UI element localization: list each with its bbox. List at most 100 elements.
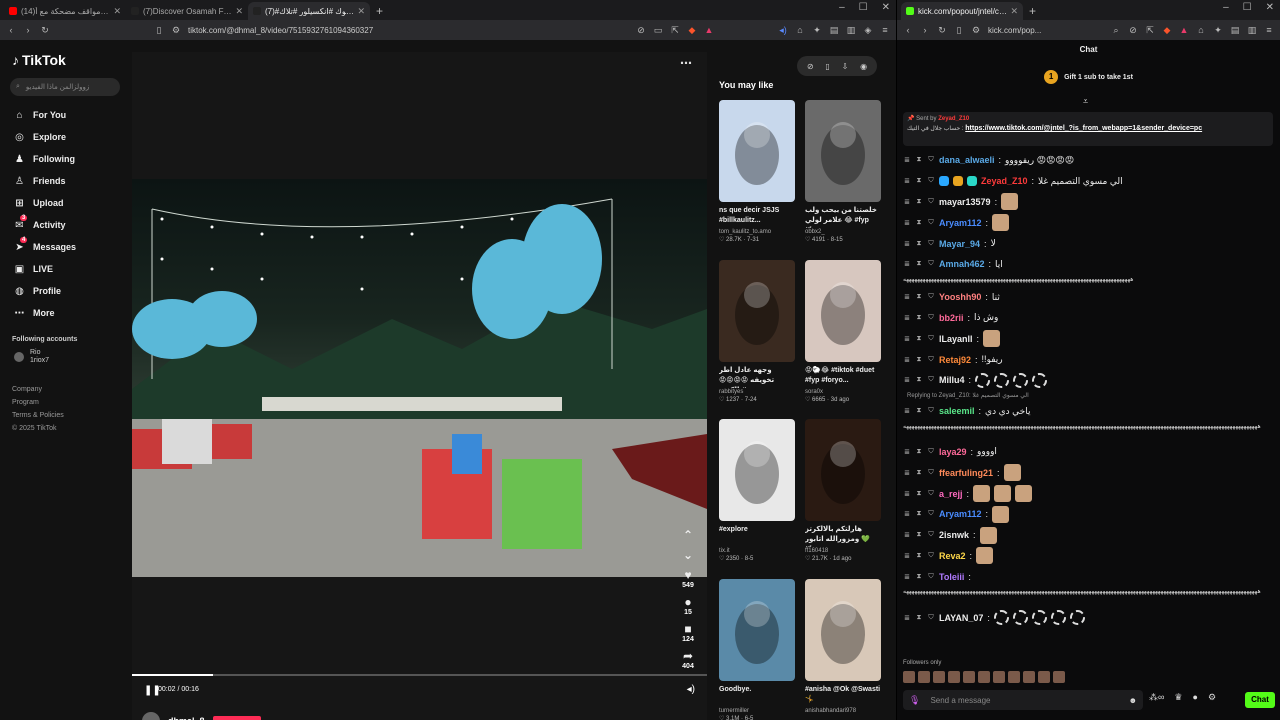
sidebar-item-messages[interactable]: ➤ 4 Messages [10,236,120,258]
avatar-icon[interactable]: ◉ [860,62,867,71]
chat-username[interactable]: Aryam112 [939,218,982,228]
video-player[interactable]: ⋯ ⌃ ⌄ ♥ 549 ● 15 ■ 124 ➦ 404 ❚❚ 00:02 / … [132,52,707,720]
video-card-author[interactable]: ff160418 [805,548,883,554]
sidebar-item-following[interactable]: ♟ Following [10,148,120,170]
emote[interactable] [1023,671,1035,683]
forward-icon[interactable]: › [23,25,33,35]
video-card[interactable]: #explore tix.it ♡ 2350 · 8-5 [719,419,797,562]
close-window-icon[interactable]: ✕ [1266,2,1274,13]
sidebar-item-more[interactable]: ⋯ More [10,302,120,324]
video-card[interactable]: 😡🐑😂 #tiktok #duet #fyp #foryo... sora0x ♡ … [805,260,883,403]
chat-username[interactable]: Amnah462 [939,259,985,269]
kick-share-icon[interactable]: ⇱ [1145,25,1155,35]
emote[interactable] [933,671,945,683]
video-frame[interactable] [132,179,707,577]
kick-bookmark-icon[interactable]: ▯ [954,25,964,35]
new-tab-icon[interactable]: + [1023,2,1042,20]
reload-icon[interactable]: ↻ [40,25,50,35]
account-item[interactable]: Rio 1riox7 [10,349,120,365]
kick-wallet-icon[interactable]: ▥ [1247,25,1257,35]
video-thumbnail[interactable] [719,419,795,521]
brave-shield-icon[interactable]: ◆ [687,25,697,35]
video-card-author[interactable]: anishabhandari978 [805,708,883,714]
share-arrow-icon[interactable]: ➦ [681,649,695,663]
extension-icon[interactable]: ⊘ [636,25,646,35]
chevron-up-icon[interactable]: ⌃ [681,528,695,542]
browser-tab[interactable]: kick.com/popout/jntel/chat ✕ [901,2,1023,20]
video-card[interactable]: ns que decir JSJS #billkaulitz... tom_kau… [719,100,797,243]
minimize-icon[interactable]: – [839,2,845,13]
chat-username[interactable]: bb2rii [939,313,964,323]
device-icon[interactable]: ▯ [825,62,829,71]
video-thumbnail[interactable] [719,100,795,202]
volume-icon[interactable]: ◂) [687,684,695,695]
footer-link[interactable]: Company [12,383,120,396]
video-card-author[interactable]: tix.it [719,548,797,554]
site-info-icon[interactable]: ⚙ [171,25,181,35]
video-card[interactable]: خلصتنا من بيحب ولب علامر لولي 😂 #fyp #fo… [805,100,883,243]
close-window-icon[interactable]: ✕ [882,2,890,13]
chat-username[interactable]: ffearfuling21 [939,468,993,478]
search-input[interactable]: ⌕ زوولزالمن ماذا الفيديو [10,78,120,96]
cast-icon[interactable]: ▭ [653,25,663,35]
sidebar-item-explore[interactable]: ◎ Explore [10,126,120,148]
sidebar-item-live[interactable]: ▣ LIVE [10,258,120,280]
emote[interactable] [993,671,1005,683]
kick-zoom-icon[interactable]: ⌕ [1111,25,1121,35]
video-card[interactable]: #anisha @Ok @Swasti 🤸 anishabhandari978 [805,579,883,714]
bookmark-icon[interactable]: ▯ [154,25,164,35]
kick-reload-icon[interactable]: ↻ [937,25,947,35]
download-icon[interactable]: ⇩ [842,62,849,71]
emote[interactable] [1053,671,1065,683]
sidebar-item-friends[interactable]: ♙ Friends [10,170,120,192]
minimize-icon[interactable]: – [1223,2,1229,13]
mic-icon[interactable]: 🎙 [909,695,920,706]
more-options-icon[interactable]: ⋯ [680,56,692,70]
like-icon[interactable]: ♥ [681,568,695,582]
pinned-sender[interactable]: Zeyad_Z10 [938,116,969,122]
extensions-icon[interactable]: ✦ [812,25,822,35]
sidebar-icon[interactable]: ▤ [829,25,839,35]
video-card-author[interactable]: rabbityes [719,389,797,395]
kick-back-icon[interactable]: ‹ [903,25,913,35]
kick-translate-icon[interactable]: ⌂ [1196,25,1206,35]
emote[interactable] [903,671,915,683]
chat-username[interactable]: Reva2 [939,551,966,561]
sidebar-item-activity[interactable]: ✉ 3 Activity [10,214,120,236]
video-card-author[interactable]: sora0x [805,389,883,395]
url-text[interactable]: tiktok.com/@dhmal_8/video/75159327610943… [188,26,629,35]
footer-link[interactable]: Program [12,396,120,409]
chat-username[interactable]: a_rejj [939,489,963,499]
browser-tab[interactable]: (14)اليش أنا حولا؟ مواقف مضحكة مع أ✕ [4,2,126,20]
vpn-icon[interactable]: ◈ [863,25,873,35]
kick-extension-icon[interactable]: ⊘ [1128,25,1138,35]
kick-sidebar-icon[interactable]: ▤ [1230,25,1240,35]
sidebar-item-profile[interactable]: ◍ Profile [10,280,120,302]
video-card-author[interactable]: obbx2_ [805,229,883,235]
kick-brave-rewards-icon[interactable]: ▲ [1179,25,1189,35]
maximize-icon[interactable]: ☐ [1243,2,1252,13]
sidebar-item-for-you[interactable]: ⌂ For You [10,104,120,126]
kick-forward-icon[interactable]: › [920,25,930,35]
send-chat-button[interactable]: Chat [1245,692,1275,708]
pinned-link[interactable]: https://www.tiktok.com/@jntel_?is_from_w… [965,125,1202,132]
chat-username[interactable]: Retaj92 [939,355,971,365]
follow-button[interactable] [212,716,261,720]
video-thumbnail[interactable] [805,260,881,362]
emote[interactable] [963,671,975,683]
chat-username[interactable]: 2isnwk [939,530,969,540]
settings-icon[interactable]: ⚙ [1208,692,1216,703]
close-tab-icon[interactable]: ✕ [113,6,121,17]
chat-username[interactable]: dana_alwaeli [939,155,995,165]
translate-icon[interactable]: ⌂ [795,25,805,35]
coin-icon[interactable]: ⊘ [807,62,814,71]
video-card[interactable]: Goodbye. turnermiller ♡ 3.1M · 6-5 [719,579,797,720]
chat-bubble-icon[interactable]: ● [1193,692,1198,703]
emote[interactable] [978,671,990,683]
kick-brave-shield-icon[interactable]: ◆ [1162,25,1172,35]
chat-username[interactable]: Aryam112 [939,509,982,519]
audio-icon[interactable]: ◂) [778,25,788,35]
video-thumbnail[interactable] [805,419,881,521]
video-card-author[interactable]: tom_kaulitz_to.amo [719,229,797,235]
kick-extensions-icon[interactable]: ✦ [1213,25,1223,35]
